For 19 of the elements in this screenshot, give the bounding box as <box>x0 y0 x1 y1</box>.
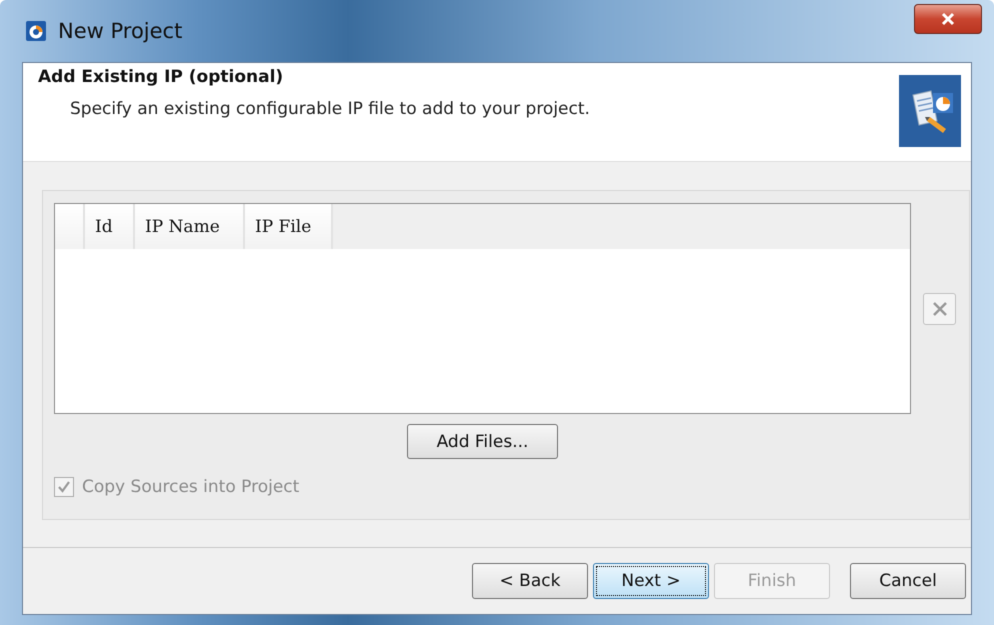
wizard-button[interactable]: < Back <box>472 563 588 599</box>
close-icon <box>940 12 956 26</box>
document-pencil-icon <box>899 75 961 147</box>
remove-icon <box>930 300 948 318</box>
close-button[interactable] <box>914 4 982 34</box>
column-header[interactable]: Id <box>85 204 135 249</box>
add-files-button[interactable]: Add Files... <box>407 424 558 459</box>
remove-button[interactable] <box>923 293 956 325</box>
wizard-button[interactable]: Next > <box>593 563 709 599</box>
app-icon <box>26 21 46 41</box>
column-header[interactable]: IP File <box>245 204 333 249</box>
page-title: Add Existing IP (optional) <box>38 67 284 87</box>
row-header-cell <box>55 204 85 249</box>
column-header[interactable]: IP Name <box>135 204 245 249</box>
checkmark-icon <box>56 479 72 495</box>
page-description: Specify an existing configurable IP file to add to your project. <box>70 99 590 119</box>
wizard-button[interactable]: Cancel <box>850 563 966 599</box>
window-title: New Project <box>58 19 182 43</box>
checkbox-label: Copy Sources into Project <box>82 477 300 497</box>
